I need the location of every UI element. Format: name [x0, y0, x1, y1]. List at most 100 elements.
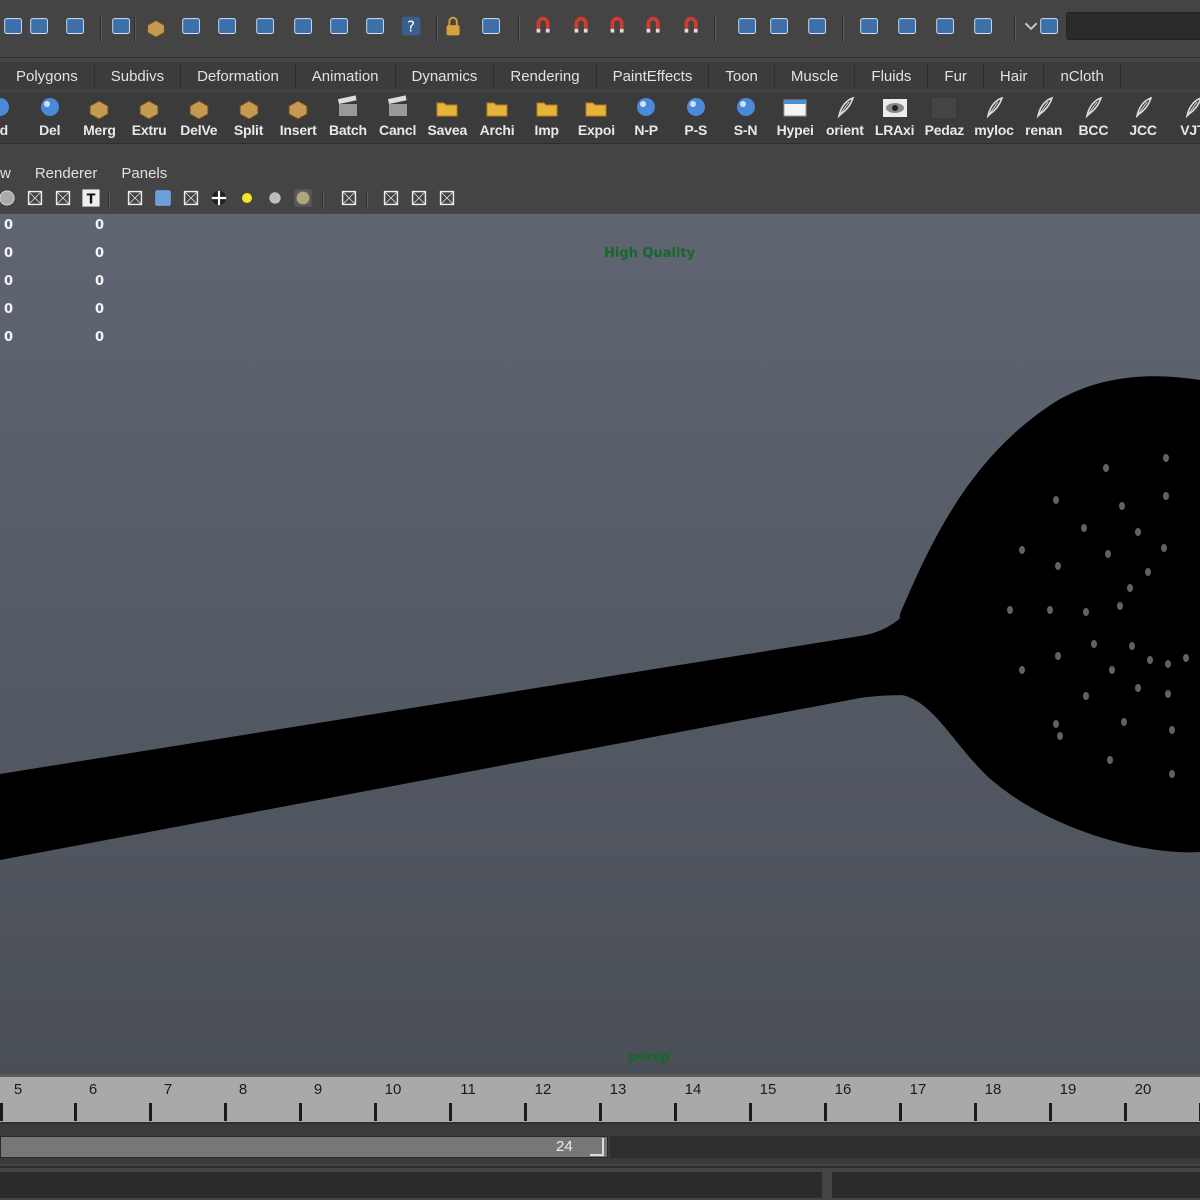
panel-btn-backface[interactable]: [380, 189, 402, 211]
range-slider-track[interactable]: [0, 1136, 608, 1158]
menu-view[interactable]: w: [0, 165, 11, 182]
shelf-button-archi[interactable]: Archi: [473, 94, 521, 142]
tool-select-object[interactable]: [26, 12, 54, 46]
shelf-button-label: S-N: [733, 122, 758, 138]
tool-surface[interactable]: [252, 12, 280, 46]
panel-btn-text[interactable]: T: [80, 189, 102, 211]
panel-btn-share[interactable]: [436, 189, 458, 211]
panel-btn-textured[interactable]: [208, 189, 230, 211]
panel-btn-wireframe[interactable]: [124, 189, 146, 211]
shelf-button-split[interactable]: Split: [225, 94, 273, 142]
shelf-button-del[interactable]: Del: [26, 94, 74, 142]
menu-renderer[interactable]: Renderer: [35, 165, 98, 182]
tool-history[interactable]: [804, 12, 832, 46]
tool-help[interactable]: ?: [398, 12, 426, 46]
shelf-button-ps[interactable]: P-S: [672, 94, 720, 142]
tool-particle[interactable]: [326, 12, 354, 46]
tool-snap-live[interactable]: [678, 12, 706, 46]
magnet-live-icon: [679, 14, 705, 44]
shelf-button-np[interactable]: N-P: [622, 94, 670, 142]
shelf-button-cancl[interactable]: Cancl: [374, 94, 422, 142]
tool-hypershade[interactable]: [970, 12, 998, 46]
time-tick-mark: [299, 1103, 302, 1121]
shelf-button-bcc[interactable]: BCC: [1069, 94, 1117, 142]
panel-btn-wire-on-shaded[interactable]: [180, 189, 202, 211]
shelf-button-vjt[interactable]: VJT: [1169, 94, 1200, 142]
time-slider[interactable]: 5 6 7 8 9 10 11 12 13 14 15 16 17 18 19 20: [0, 1074, 1200, 1122]
shelf-tab-fluids[interactable]: Fluids: [855, 63, 929, 89]
tool-paint[interactable]: [362, 12, 390, 46]
shelf-tab-subdivs[interactable]: Subdivs: [95, 63, 182, 89]
skimmer-model[interactable]: [0, 214, 1200, 1074]
shelf-button-hypei[interactable]: Hypei: [771, 94, 819, 142]
viewport-persp[interactable]: 0000000000 High Quality persp: [0, 214, 1200, 1074]
ipr-render-icon: [895, 14, 921, 44]
shelf-button-pedaz[interactable]: Pedaz: [920, 94, 968, 142]
time-tick-label: 19: [1059, 1081, 1077, 1098]
shelf-tab-painteffects[interactable]: PaintEffects: [597, 63, 710, 89]
shelf-button-expoi[interactable]: Expoi: [572, 94, 620, 142]
command-input[interactable]: [0, 1172, 822, 1198]
shelf-button-savea[interactable]: Savea: [423, 94, 471, 142]
shelf-button-myloc[interactable]: myloc: [970, 94, 1018, 142]
quick-search-field[interactable]: [1066, 12, 1200, 40]
shelf-tab-ncloth[interactable]: nCloth: [1044, 63, 1121, 89]
shelf-tab-fur[interactable]: Fur: [928, 63, 984, 89]
tool-snap-point-magnet[interactable]: [604, 12, 632, 46]
tool-select-filter[interactable]: [108, 12, 136, 46]
tool-curve-point[interactable]: [178, 12, 206, 46]
shelf-button-sn[interactable]: S-N: [722, 94, 770, 142]
tool-output-ops[interactable]: [766, 12, 794, 46]
shelf-tab-rendering[interactable]: Rendering: [494, 63, 597, 89]
panel-btn-smooth[interactable]: [0, 189, 18, 211]
shelf-button-renan[interactable]: renan: [1020, 94, 1068, 142]
tool-quick-select[interactable]: [1036, 12, 1064, 46]
tool-snap-point[interactable]: [142, 12, 170, 46]
shelf-tab-hair[interactable]: Hair: [984, 63, 1045, 89]
shelf-button-ed[interactable]: ed: [0, 94, 24, 142]
shelf-tab-dynamics[interactable]: Dynamics: [396, 63, 495, 89]
tool-snap-grid[interactable]: [530, 12, 558, 46]
shelf-button-jcc[interactable]: JCC: [1119, 94, 1167, 142]
tool-ipr-render[interactable]: [894, 12, 922, 46]
shelf-button-merg[interactable]: Merg: [75, 94, 123, 142]
shelf-tab-animation[interactable]: Animation: [296, 63, 396, 89]
tool-select-highlight[interactable]: [478, 12, 506, 46]
range-slider-handle[interactable]: [590, 1138, 604, 1156]
shelf-tab-toon[interactable]: Toon: [709, 63, 775, 89]
tool-snap-curve[interactable]: [568, 12, 596, 46]
tool-input-ops[interactable]: [734, 12, 762, 46]
window-icon: [780, 94, 810, 122]
panel-btn-xray[interactable]: [24, 189, 46, 211]
shelf-button-delve[interactable]: DelVe: [175, 94, 223, 142]
panel-btn-shadows[interactable]: [292, 189, 314, 211]
shelf-button-insert[interactable]: Insert: [274, 94, 322, 142]
shelf-tab-muscle[interactable]: Muscle: [775, 63, 856, 89]
tool-render-frame[interactable]: [856, 12, 884, 46]
tool-lattice[interactable]: [290, 12, 318, 46]
menu-panels[interactable]: Panels: [121, 165, 167, 182]
tool-select-hierarchy[interactable]: [0, 12, 28, 46]
tool-snap-plane[interactable]: [640, 12, 668, 46]
shelf-button-batch[interactable]: Batch: [324, 94, 372, 142]
panel-btn-shaded[interactable]: [152, 189, 174, 211]
sphere-convert-icon: [631, 94, 661, 122]
tool-render-settings[interactable]: [932, 12, 960, 46]
range-slider-empty: [610, 1136, 1200, 1158]
time-tick-mark: [74, 1103, 77, 1121]
panel-btn-xray-joints[interactable]: [408, 189, 430, 211]
panel-btn-isolate[interactable]: [338, 189, 360, 211]
tool-lock[interactable]: [440, 12, 468, 46]
panel-btn-uv[interactable]: [52, 189, 74, 211]
shelf-tab-deformation[interactable]: Deformation: [181, 63, 296, 89]
time-tick-label: 16: [834, 1081, 852, 1098]
shelf-button-extru[interactable]: Extru: [125, 94, 173, 142]
shelf-button-imp[interactable]: Imp: [523, 94, 571, 142]
panel-btn-all-lights[interactable]: [264, 189, 286, 211]
shelf-tab-polygons[interactable]: Polygons: [0, 63, 95, 89]
tool-curve[interactable]: [214, 12, 242, 46]
shelf-button-orient[interactable]: orient: [821, 94, 869, 142]
tool-select-component[interactable]: [62, 12, 90, 46]
panel-btn-light[interactable]: [236, 189, 258, 211]
shelf-button-lraxi[interactable]: LRAxi: [871, 94, 919, 142]
